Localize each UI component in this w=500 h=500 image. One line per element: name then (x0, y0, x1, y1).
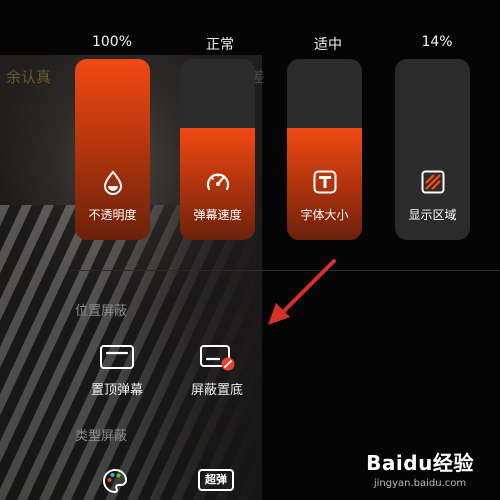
position-block-title: 位置屏蔽 (75, 304, 128, 319)
opacity-value: 100% (91, 34, 133, 50)
background-danmaku-text-left: 余认真 (6, 68, 52, 86)
top-danmaku-icon (100, 345, 134, 369)
annotation-arrow-icon (268, 259, 336, 325)
font-size-icon (313, 170, 336, 194)
opacity-slider[interactable]: 不透明度 (75, 59, 150, 240)
bottom-danmaku-blocked-icon (200, 345, 235, 371)
block-bottom-danmaku-label: 屏蔽置底 (190, 383, 243, 398)
watermark-url: jingyan.baidu.com (373, 478, 467, 489)
speed-value: 正常 (206, 37, 234, 53)
water-drop-icon (103, 170, 122, 195)
font-size-slider[interactable]: 字体大小 (287, 59, 362, 240)
display-area-value: 14% (421, 34, 453, 50)
block-top-danmaku-label: 置顶弹幕 (90, 383, 143, 398)
super-danmaku-badge[interactable]: 超弹 (198, 469, 234, 491)
type-block-title: 类型屏蔽 (75, 429, 128, 444)
color-palette-icon[interactable] (101, 467, 129, 495)
block-top-danmaku-option[interactable]: 置顶弹幕 (67, 343, 167, 398)
speed-slider[interactable]: 弹幕速度 (180, 59, 255, 240)
opacity-label: 不透明度 (88, 208, 137, 222)
display-area-icon (421, 170, 444, 194)
display-area-slider[interactable]: 显示区域 (395, 59, 470, 240)
block-bottom-danmaku-option[interactable]: 屏蔽置底 (167, 343, 267, 398)
font-size-value: 适中 (314, 37, 342, 53)
baidu-jingyan-watermark: Baidu经验 jingyan.baidu.com (360, 447, 480, 489)
watermark-logo: Baidu经验 (366, 451, 474, 475)
display-area-label: 显示区域 (408, 208, 457, 222)
speedometer-icon (206, 173, 229, 191)
speed-label: 弹幕速度 (193, 208, 242, 222)
font-size-label: 字体大小 (300, 208, 349, 222)
